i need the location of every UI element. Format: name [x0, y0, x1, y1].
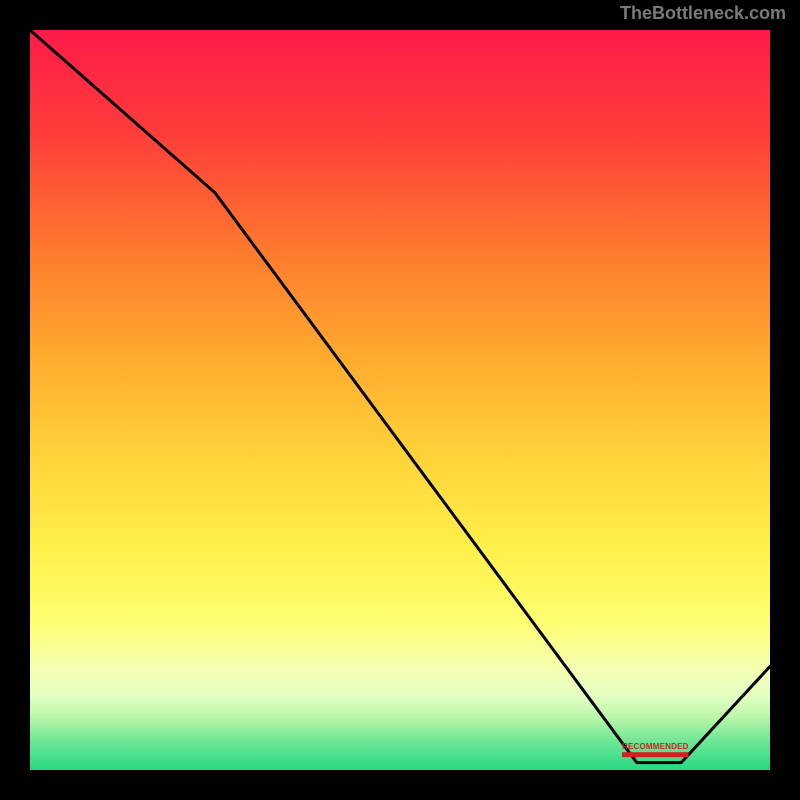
- plot-area: RECOMMENDED: [30, 30, 770, 770]
- chart-overlay: RECOMMENDED: [30, 30, 770, 770]
- chart-container: TheBottleneck.com RECOMMENDED: [0, 0, 800, 800]
- recommended-bar-label: RECOMMENDED: [622, 742, 689, 751]
- recommended-bar: [622, 752, 689, 757]
- watermark-text: TheBottleneck.com: [620, 3, 786, 24]
- bottleneck-curve: [30, 30, 770, 763]
